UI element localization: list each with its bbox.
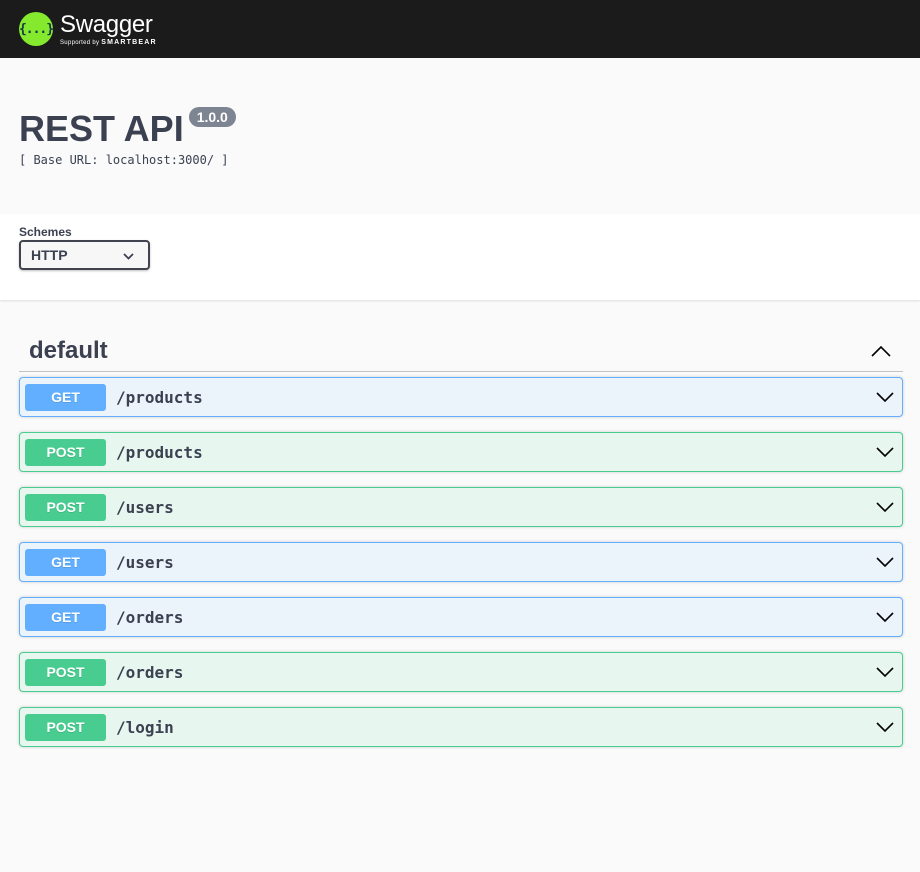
chevron-down-icon[interactable] [874, 551, 896, 573]
title-row: REST API 1.0.0 [19, 107, 901, 150]
tagline-company: SMARTBEAR [101, 38, 157, 46]
operation-path: /orders [116, 607, 184, 627]
operation-path: /orders [116, 662, 184, 682]
swagger-logo-icon: {...} [19, 12, 54, 46]
operation-path: /users [116, 552, 174, 572]
version-badge: 1.0.0 [188, 107, 236, 127]
schemes-selected-value: HTTP [31, 247, 68, 263]
tag-name: default [29, 336, 108, 364]
operations-list: GET/products POST/products POST/users GET/u… [19, 377, 903, 747]
api-info: REST API 1.0.0 [ Base URL: localhost:300… [0, 58, 920, 214]
chevron-up-icon[interactable] [866, 336, 896, 366]
operation-path: /products [116, 442, 203, 462]
base-url: [ Base URL: localhost:3000/ ] [19, 153, 229, 167]
chevron-down-icon[interactable] [874, 661, 896, 683]
operation-get-users[interactable]: GET/users [19, 542, 903, 582]
operation-path: /login [116, 717, 174, 737]
operations-section: default GET/products POST/products POST/us… [0, 300, 920, 747]
chevron-down-icon [123, 247, 134, 263]
tag-header-default[interactable]: default [19, 330, 903, 372]
operation-post-products[interactable]: POST/products [19, 432, 903, 472]
method-badge: POST [25, 438, 106, 466]
operation-post-users[interactable]: POST/users [19, 487, 903, 527]
brand-tagline: Supported by SMARTBEAR [60, 39, 157, 46]
swagger-logo-link[interactable]: {...} Swagger Supported by SMARTBEAR [19, 12, 157, 46]
operation-path: /products [116, 387, 203, 407]
method-badge: POST [25, 493, 106, 521]
logo-text: Swagger Supported by SMARTBEAR [60, 10, 157, 46]
method-badge: POST [25, 658, 106, 686]
schemes-container: Schemes HTTP [0, 214, 920, 300]
operation-post-login[interactable]: POST/login [19, 707, 903, 747]
chevron-down-icon[interactable] [874, 716, 896, 738]
method-badge: GET [25, 383, 106, 411]
schemes-select[interactable]: HTTP [19, 240, 150, 270]
chevron-down-icon[interactable] [874, 606, 896, 628]
chevron-down-icon[interactable] [874, 441, 896, 463]
operation-path: /users [116, 497, 174, 517]
method-badge: GET [25, 548, 106, 576]
schemes-label: Schemes [19, 225, 72, 239]
method-badge: GET [25, 603, 106, 631]
operation-get-products[interactable]: GET/products [19, 377, 903, 417]
chevron-down-icon[interactable] [874, 386, 896, 408]
method-badge: POST [25, 713, 106, 741]
brand-name: Swagger [60, 10, 153, 38]
operation-get-orders[interactable]: GET/orders [19, 597, 903, 637]
topbar: {...} Swagger Supported by SMARTBEAR [0, 0, 920, 58]
tagline-prefix: Supported by [60, 39, 100, 46]
api-title: REST API [19, 108, 184, 149]
chevron-down-icon[interactable] [874, 496, 896, 518]
operation-post-orders[interactable]: POST/orders [19, 652, 903, 692]
